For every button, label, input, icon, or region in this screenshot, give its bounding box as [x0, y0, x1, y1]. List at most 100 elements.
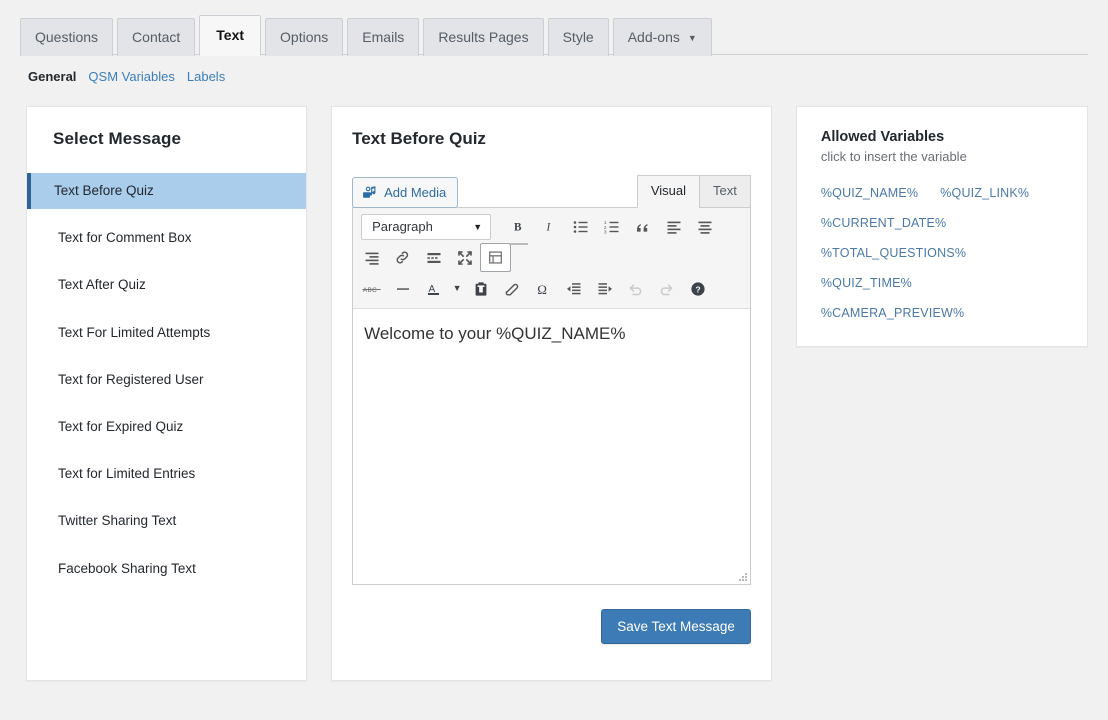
toolbar-row-2	[356, 242, 747, 273]
variable-link[interactable]: %QUIZ_TIME%	[821, 276, 912, 290]
editor-content-area[interactable]: Welcome to your %QUIZ_NAME%	[353, 309, 750, 584]
text-color-icon[interactable]: A	[418, 274, 449, 303]
svg-text:?: ?	[695, 284, 700, 294]
tab-questions[interactable]: Questions	[20, 18, 114, 56]
save-text-message-button[interactable]: Save Text Message	[601, 609, 751, 644]
chevron-down-icon: ▼	[473, 221, 483, 232]
variable-link[interactable]: %TOTAL_QUESTIONS%	[821, 246, 966, 260]
select-message-title: Select Message	[53, 129, 182, 148]
editor-toolbar-top: Add Media Visual Text	[352, 175, 751, 208]
allowed-variables-hint: click to insert the variable	[820, 149, 967, 164]
message-item-label: Text For Limited Attempts	[58, 324, 211, 340]
bold-icon[interactable]: B	[503, 212, 534, 245]
svg-text:I: I	[546, 221, 552, 233]
svg-text:B: B	[514, 221, 522, 233]
tab-label: Results Pages	[438, 29, 529, 45]
chevron-down-icon: ▼	[687, 32, 697, 43]
toolbar-row-3: ABC A ▼ Ω ?	[356, 273, 747, 304]
tab-label: Contact	[132, 29, 181, 45]
format-select-value: Paragraph	[372, 219, 433, 234]
editor-mode-tabs: Visual Text	[636, 175, 751, 208]
subnav-item-general[interactable]: General	[28, 69, 76, 84]
tab-label: Questions	[35, 29, 99, 45]
editor-title: Text Before Quiz	[352, 129, 486, 148]
italic-icon[interactable]: I	[534, 212, 565, 241]
read-more-icon[interactable]	[418, 243, 449, 272]
variable-row: %QUIZ_NAME% %QUIZ_LINK%	[821, 186, 1063, 200]
paste-as-text-icon[interactable]	[465, 274, 496, 303]
format-select[interactable]: Paragraph ▼	[361, 213, 492, 240]
horizontal-rule-icon[interactable]	[387, 274, 418, 303]
add-media-button[interactable]: Add Media	[352, 177, 459, 208]
toolbar-row-1: Paragraph ▼ B I 1 2 3	[356, 211, 747, 245]
kitchen-sink-icon[interactable]	[480, 243, 512, 272]
tab-emails[interactable]: Emails	[347, 18, 420, 56]
blockquote-icon[interactable]	[627, 212, 658, 241]
fullscreen-icon[interactable]	[449, 243, 480, 272]
select-message-panel: Select Message Text Before Quiz Text for …	[26, 106, 308, 681]
tab-list: Questions Contact Text Options Emails Results…	[20, 0, 1088, 56]
numbered-list-icon[interactable]: 1 2 3	[596, 212, 627, 241]
tab-label: Options	[280, 29, 329, 45]
message-item-label: Text After Quiz	[58, 277, 146, 293]
editor-panel: Text Before Quiz Add Media Visual Text P…	[331, 106, 772, 681]
message-item[interactable]: Text For Limited Attempts	[27, 315, 306, 351]
variable-row: %TOTAL_QUESTIONS%	[821, 246, 1063, 260]
editor-content-text: Welcome to your %QUIZ_NAME%	[364, 324, 626, 343]
subnav-item-qsm-variables[interactable]: QSM Variables	[88, 69, 174, 84]
message-item-label: Text for Expired Quiz	[58, 418, 184, 434]
sub-navigation: General QSM Variables Labels	[0, 55, 1108, 84]
message-item-label: Twitter Sharing Text	[58, 513, 177, 529]
redo-icon[interactable]	[651, 274, 682, 303]
subnav-item-labels[interactable]: Labels	[187, 69, 225, 84]
tab-label: Style	[562, 29, 594, 45]
keyboard-shortcuts-icon[interactable]: ?	[682, 274, 713, 303]
message-item-label: Text for Limited Entries	[58, 466, 196, 482]
indent-icon[interactable]	[589, 274, 620, 303]
align-left-icon[interactable]	[658, 212, 689, 241]
insert-link-icon[interactable]	[387, 243, 418, 272]
message-list: Text Before Quiz Text for Comment Box Text…	[27, 173, 307, 587]
text-color-caret-icon[interactable]: ▼	[449, 274, 465, 303]
variable-link[interactable]: %CURRENT_DATE%	[821, 216, 947, 230]
message-item[interactable]: Facebook Sharing Text	[27, 551, 306, 587]
tab-style[interactable]: Style	[547, 18, 609, 56]
editor-box: Paragraph ▼ B I 1 2 3 ABC A ▼ Ω ? Welcom…	[352, 207, 751, 585]
variable-link[interactable]: %QUIZ_LINK%	[940, 186, 1029, 200]
message-item[interactable]: Text After Quiz	[27, 267, 306, 303]
message-item[interactable]: Text for Expired Quiz	[27, 409, 306, 445]
tab-add-ons[interactable]: Add-ons ▼	[612, 18, 712, 56]
strikethrough-icon[interactable]: ABC	[356, 274, 387, 303]
allowed-variables-panel: Allowed Variables click to insert the va…	[795, 106, 1088, 347]
bulleted-list-icon[interactable]	[565, 212, 596, 241]
tab-contact[interactable]: Contact	[117, 18, 196, 56]
editor-mode-tab-text[interactable]: Text	[699, 175, 751, 208]
special-character-icon[interactable]: Ω	[527, 274, 558, 303]
variable-row: %CAMERA_PREVIEW%	[821, 306, 1063, 320]
variable-row: %CURRENT_DATE%	[821, 216, 1063, 230]
message-item[interactable]: Text for Comment Box	[27, 220, 306, 256]
tab-results-pages[interactable]: Results Pages	[423, 18, 544, 56]
variable-list: %QUIZ_NAME% %QUIZ_LINK% %CURRENT_DATE% %TOT…	[821, 186, 1063, 320]
clear-formatting-icon[interactable]	[496, 274, 527, 303]
variable-link[interactable]: %QUIZ_NAME%	[821, 186, 918, 200]
svg-text:Ω: Ω	[537, 282, 547, 297]
editor-mode-tab-visual[interactable]: Visual	[636, 175, 700, 208]
tab-label: Text	[216, 27, 245, 43]
variable-link[interactable]: %CAMERA_PREVIEW%	[821, 306, 965, 320]
message-item[interactable]: Text Before Quiz	[27, 173, 307, 210]
align-center-icon[interactable]	[689, 212, 720, 241]
align-right-icon[interactable]	[356, 243, 387, 272]
message-item[interactable]: Text for Registered User	[27, 362, 306, 398]
message-item[interactable]: Text for Limited Entries	[27, 456, 306, 492]
svg-text:ABC: ABC	[363, 287, 377, 294]
tab-text[interactable]: Text	[199, 15, 262, 56]
outdent-icon[interactable]	[558, 274, 589, 303]
editor-resize-handle[interactable]	[736, 570, 747, 581]
message-item[interactable]: Twitter Sharing Text	[27, 503, 306, 539]
undo-icon[interactable]	[620, 274, 651, 303]
svg-text:3: 3	[604, 229, 607, 234]
save-row: Save Text Message	[352, 609, 751, 644]
tab-options[interactable]: Options	[265, 18, 344, 56]
add-media-icon	[362, 185, 377, 200]
